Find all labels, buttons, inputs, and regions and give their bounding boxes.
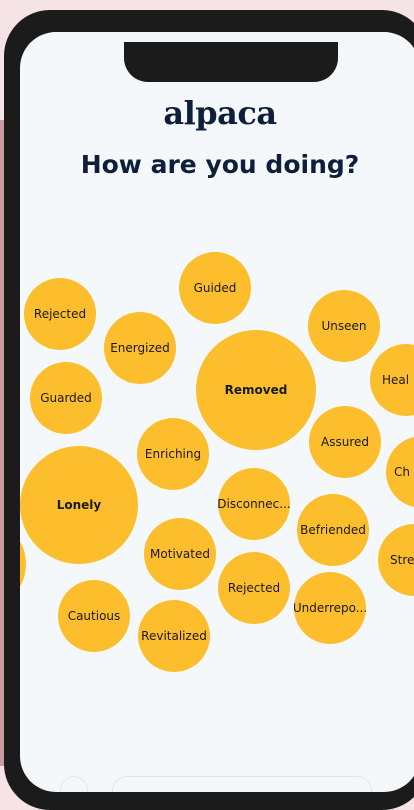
feeling-bubble-enriching[interactable]: Enriching xyxy=(137,418,209,490)
feeling-bubble-heal[interactable]: Heal xyxy=(370,344,414,416)
feeling-bubble-energized[interactable]: Energized xyxy=(104,312,176,384)
feeling-bubble-disconnected[interactable]: Disconnec... xyxy=(218,468,290,540)
feeling-bubble-revitalized[interactable]: Revitalized xyxy=(138,600,210,672)
bottom-input-pill[interactable] xyxy=(112,776,372,792)
app-logo: alpaca xyxy=(163,94,277,132)
feeling-bubble-ch[interactable]: Ch xyxy=(386,436,414,508)
feeling-bubble-guided[interactable]: Guided xyxy=(179,252,251,324)
feeling-bubble-stre[interactable]: Stre xyxy=(378,524,414,596)
feeling-bubble-underrepresented[interactable]: Underrepo... xyxy=(294,572,366,644)
feeling-bubble-cautious[interactable]: Cautious xyxy=(58,580,130,652)
feeling-bubble-removed[interactable]: Removed xyxy=(196,330,316,450)
feeling-bubble-unseen[interactable]: Unseen xyxy=(308,290,380,362)
feeling-bubble-lonely[interactable]: Lonely xyxy=(20,446,138,564)
feeling-bubble-rejected[interactable]: Rejected xyxy=(24,278,96,350)
feeling-bubble-guarded[interactable]: Guarded xyxy=(30,362,102,434)
page-title: How are you doing? xyxy=(80,150,360,179)
feeling-bubble-rejected-2[interactable]: Rejected xyxy=(218,552,290,624)
feeling-bubble-assured[interactable]: Assured xyxy=(309,406,381,478)
feeling-bubble-motivated[interactable]: Motivated xyxy=(144,518,216,590)
phone-frame: alpaca How are you doing? Guided Rejecte… xyxy=(4,10,414,810)
bottom-avatar-outline xyxy=(60,776,88,792)
app-screen: alpaca How are you doing? Guided Rejecte… xyxy=(20,32,414,792)
phone-notch xyxy=(124,42,338,82)
feeling-bubble-partial-left[interactable] xyxy=(20,532,26,596)
feeling-bubble-befriended[interactable]: Befriended xyxy=(297,494,369,566)
